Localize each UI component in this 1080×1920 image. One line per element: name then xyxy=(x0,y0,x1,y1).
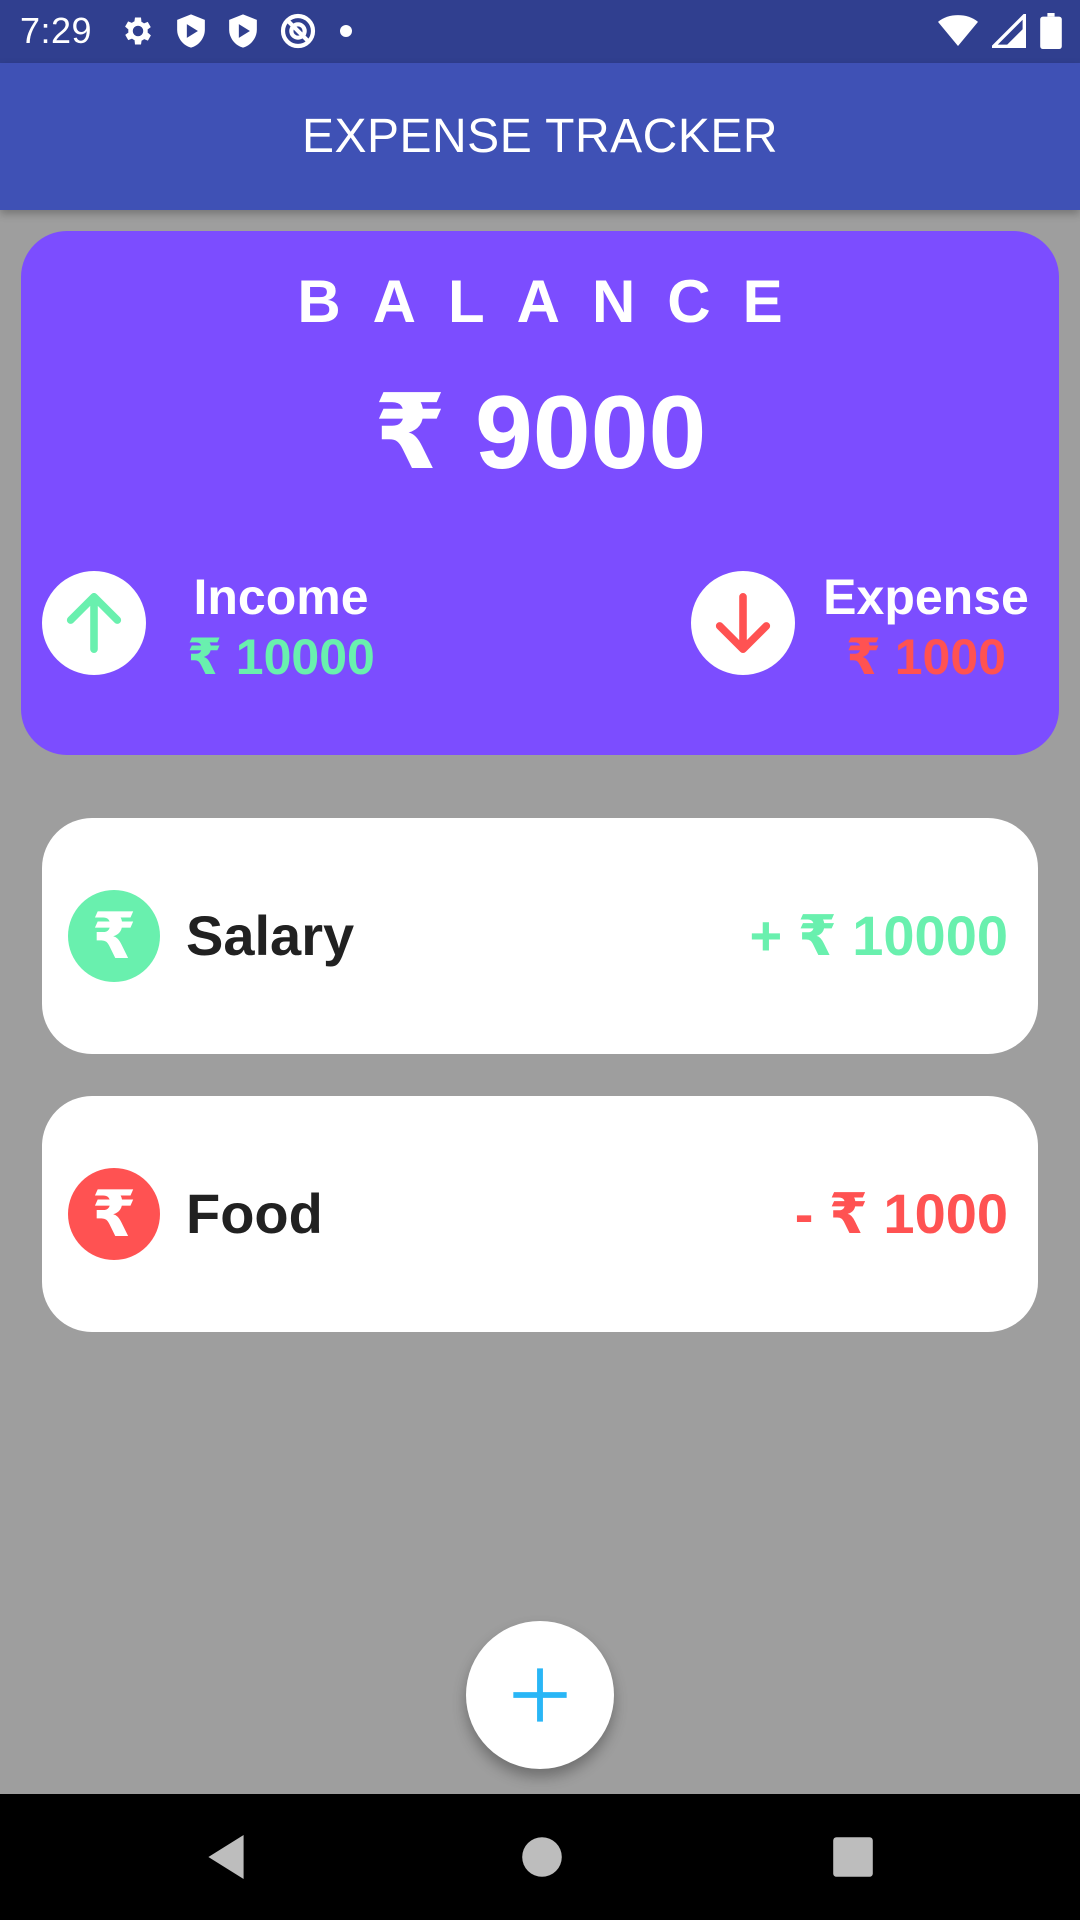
expense-amount: ₹ 1000 xyxy=(846,629,1006,685)
dot-icon xyxy=(340,25,352,37)
settings-icon xyxy=(125,17,151,45)
app-title: EXPENSE TRACKER xyxy=(301,110,779,163)
status-time: 7:29 xyxy=(20,10,93,51)
transaction-item[interactable]: ₹ Food - ₹ 1000 xyxy=(42,1096,1038,1332)
balance-amount: ₹ 9000 xyxy=(373,375,707,491)
shield-play-icon xyxy=(229,14,257,48)
plus-icon xyxy=(513,1668,567,1722)
expense-arrow-down-icon xyxy=(691,571,795,675)
expense-label: Expense xyxy=(823,569,1029,625)
signal-icon xyxy=(992,14,1026,48)
home-icon xyxy=(522,1837,562,1877)
nav-home-button[interactable] xyxy=(520,1832,564,1887)
status-system-icons xyxy=(938,11,1062,51)
expense-summary: Expense ₹ 1000 xyxy=(801,567,1051,687)
nav-back-button[interactable] xyxy=(204,1832,248,1887)
income-label: Income xyxy=(193,569,369,625)
rupee-icon: ₹ xyxy=(68,1168,160,1260)
income-summary: Income ₹ 10000 xyxy=(161,567,401,687)
back-icon xyxy=(208,1835,244,1879)
transaction-amount: - ₹ 1000 xyxy=(794,1182,1008,1245)
transaction-item[interactable]: ₹ Salary + ₹ 10000 xyxy=(42,818,1038,1054)
recents-icon xyxy=(833,1837,873,1877)
navigation-bar xyxy=(0,1794,1080,1920)
app-bar: EXPENSE TRACKER xyxy=(0,63,1080,210)
status-notification-icons xyxy=(120,11,356,51)
no-sim-icon xyxy=(280,13,316,49)
shield-play-icon xyxy=(177,14,205,48)
balance-label: BALANCE xyxy=(297,268,815,335)
income-amount: ₹ 10000 xyxy=(187,629,375,685)
status-bar: 7:29 xyxy=(0,0,1080,63)
battery-icon xyxy=(1040,13,1062,49)
add-transaction-button[interactable] xyxy=(466,1621,614,1769)
income-arrow-up-icon xyxy=(42,571,146,675)
transaction-amount: + ₹ 10000 xyxy=(749,904,1008,967)
transaction-name: Food xyxy=(186,1182,323,1245)
transaction-name: Salary xyxy=(186,904,355,967)
wifi-icon xyxy=(938,15,978,46)
nav-recents-button[interactable] xyxy=(831,1832,875,1887)
balance-card: BALANCE ₹ 9000 Income ₹ 10000 Expense ₹ … xyxy=(21,231,1059,755)
rupee-icon: ₹ xyxy=(68,890,160,982)
